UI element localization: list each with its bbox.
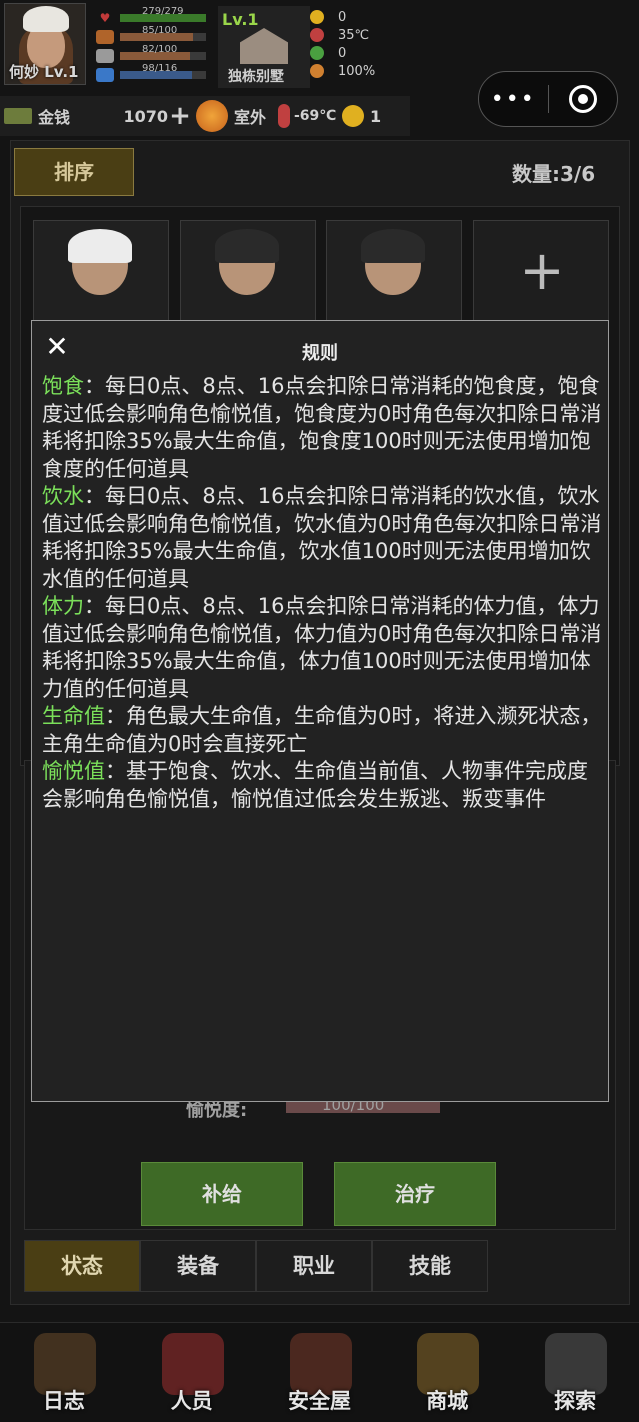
rules-text: 饱食：每日0点、8点、16点会扣除日常消耗的饱食度，饱食度过低会影响角色愉悦值，… [42,373,602,813]
rule-paragraph: 体力：每日0点、8点、16点会扣除日常消耗的体力值，体力值过低会影响角色愉悦值，… [42,593,602,703]
rule-key: 体力 [42,594,84,618]
env-battery: 0 [310,44,425,62]
tab-skills[interactable]: 技能 [372,1240,488,1292]
tab-equipment[interactable]: 装备 [140,1240,256,1292]
rules-dialog: ✕ 规则 饱食：每日0点、8点、16点会扣除日常消耗的饱食度，饱食度过低会影响角… [31,320,609,1102]
health-value: 279/279 [142,6,184,17]
player-stats: ♥ 279/279 85/100 82/100 98/116 [96,6,214,84]
nav-shop[interactable]: 商城 [383,1323,511,1422]
nav-personnel[interactable]: 人员 [128,1323,256,1422]
nav-explore-label: 探索 [554,1389,597,1413]
tab-profession[interactable]: 职业 [256,1240,372,1292]
stamina-value: 82/100 [142,44,178,55]
chef-hat-icon [23,6,69,32]
durability-icon [310,64,324,78]
add-character-slot[interactable]: + [473,220,609,330]
nav-safehouse[interactable]: 安全屋 [256,1323,384,1422]
env-radiation-value: 0 [338,9,347,25]
env-battery-value: 0 [338,45,347,61]
shelter-level: Lv.1 [222,10,259,29]
rule-paragraph: 愉悦值：基于饱食、饮水、生命值当前值、人物事件完成度会影响角色愉悦值，愉悦值过低… [42,758,602,813]
food-value: 85/100 [142,25,178,36]
chef-hat-icon [68,229,132,263]
stamina-icon [96,48,114,63]
close-miniprogram-button[interactable] [549,85,618,113]
nav-log[interactable]: 日志 [0,1323,128,1422]
battery-icon [310,46,324,60]
roster-count: 数量:3/6 [512,162,596,186]
dialog-title: 规则 [302,343,338,364]
rule-key: 饱食 [42,374,84,398]
env-durability: 100% [310,62,425,80]
rule-paragraph: 饮水：每日0点、8点、16点会扣除日常消耗的饮水值，饮水值过低会影响角色愉悦值，… [42,483,602,593]
character-hair [215,229,279,263]
house-icon [240,28,288,64]
character-card[interactable] [180,220,316,330]
shelter-name: 独栋别墅 [228,69,284,85]
radiation-icon [310,10,324,24]
rule-key: 饮水 [42,484,84,508]
env-temperature-value: 35℃ [338,27,370,43]
env-radiation: 0 [310,8,425,26]
outdoor-temp: -69℃ [294,108,337,124]
rule-paragraph: 饱食：每日0点、8点、16点会扣除日常消耗的饱食度，饱食度过低会影响角色愉悦值，… [42,373,602,483]
heart-icon: ♥ [99,10,111,25]
rule-paragraph: 生命值：角色最大生命值，生命值为0时，将进入濒死状态，主角生命值为0时会直接死亡 [42,703,602,758]
thermometer-icon [278,104,290,128]
sun-icon [196,100,228,132]
character-card[interactable] [33,220,169,330]
player-name: 何妙 Lv.1 [9,63,79,81]
rule-text: ：每日0点、8点、16点会扣除日常消耗的饱食度，饱食度过低会影响角色愉悦值，饱食… [42,374,602,481]
rule-key: 愉悦值 [42,759,105,783]
money-value: 1070 [123,106,168,126]
env-temperature: 35℃ [310,26,425,44]
nav-safehouse-label: 安全屋 [287,1389,351,1413]
outdoor-label: 室外 [234,108,267,127]
character-hair [361,229,425,263]
resource-bar: 金钱 1070 + 室外 -69℃ 1 [0,96,410,136]
tab-status[interactable]: 状态 [24,1240,140,1292]
outdoor-radiation-value: 1 [370,106,382,126]
player-avatar[interactable]: 何妙 Lv.1 [4,3,86,85]
plus-icon: + [519,239,565,302]
cash-icon [4,108,32,124]
bottom-nav: 日志 人员 安全屋 商城 探索 [0,1322,639,1422]
shelter-panel[interactable]: Lv.1 独栋别墅 [218,6,310,88]
more-icon[interactable]: ••• [479,87,548,112]
target-icon [568,85,597,113]
nav-log-label: 日志 [42,1389,85,1413]
rule-key: 生命值 [42,704,105,728]
radiation-icon [342,105,364,127]
treat-button[interactable]: 治疗 [334,1162,496,1226]
stat-water: 98/116 [96,63,214,84]
rule-text: ：每日0点、8点、16点会扣除日常消耗的饮水值，饮水值过低会影响角色愉悦值，饮水… [42,484,602,591]
rule-text: ：基于饱食、饮水、生命值当前值、人物事件完成度会影响角色愉悦值，愉悦值过低会发生… [42,759,588,811]
nav-explore[interactable]: 探索 [511,1323,639,1422]
water-icon [96,67,114,82]
supply-button[interactable]: 补给 [141,1162,303,1226]
detail-tabs: 状态 装备 职业 技能 [24,1240,488,1292]
nav-shop-label: 商城 [426,1389,469,1413]
character-card[interactable] [326,220,462,330]
thermometer-icon [310,28,324,42]
money-label: 金钱 [38,108,71,127]
environment-panel: 0 35℃ 0 100% [310,8,425,80]
food-icon [96,29,114,44]
sort-button[interactable]: 排序 [14,148,134,196]
water-value: 98/116 [142,63,178,74]
env-durability-value: 100% [338,63,376,79]
add-money-button[interactable]: + [168,101,192,131]
nav-personnel-label: 人员 [170,1389,213,1413]
rule-text: ：每日0点、8点、16点会扣除日常消耗的体力值，体力值过低会影响角色愉悦值，体力… [42,594,602,701]
miniprogram-capsule: ••• [478,71,618,127]
rule-text: ：角色最大生命值，生命值为0时，将进入濒死状态，主角生命值为0时会直接死亡 [42,704,602,756]
